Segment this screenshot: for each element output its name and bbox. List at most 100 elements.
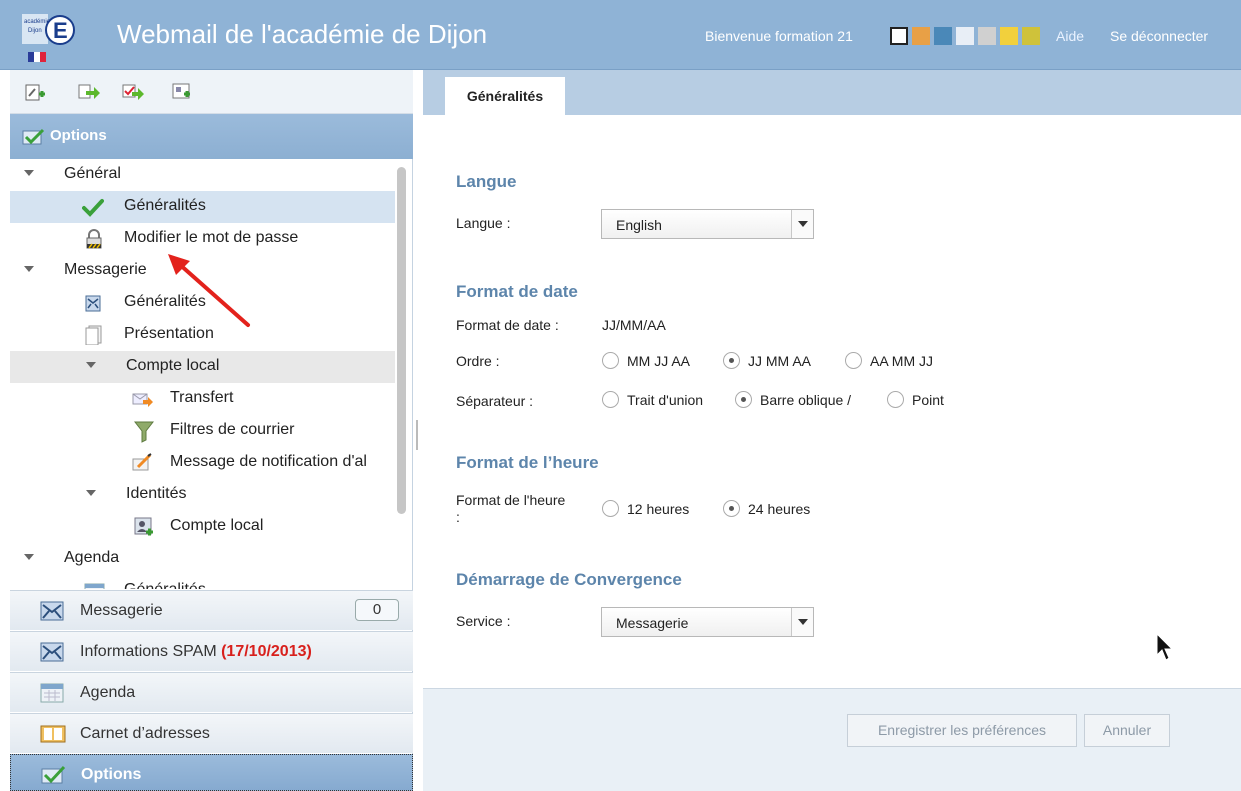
radio-circle[interactable]: [735, 391, 752, 408]
move-icon[interactable]: [78, 82, 100, 102]
mail-icon: [40, 641, 66, 663]
tree-label: Compte local: [126, 357, 220, 374]
tree-subgroup-compte-local[interactable]: Compte local: [10, 351, 395, 383]
document-icon: [84, 325, 104, 346]
tree-group-general[interactable]: Général: [10, 159, 395, 191]
tree-label: Message de notification d'al: [170, 453, 367, 470]
radio-circle[interactable]: [723, 352, 740, 369]
tree-label: Général: [64, 165, 121, 182]
theme-swatch[interactable]: [978, 27, 996, 45]
tree-item-identite-compte-local[interactable]: Compte local: [10, 511, 395, 543]
accordion-carnet[interactable]: Carnet d’adresses: [10, 713, 413, 753]
theme-swatch[interactable]: [934, 27, 952, 45]
accordion-spam[interactable]: Informations SPAM (17/10/2013): [10, 631, 413, 671]
options-section-title: Options: [50, 127, 107, 144]
tree-item-transfert[interactable]: Transfert: [10, 383, 395, 415]
service-label: Service :: [456, 613, 511, 629]
mouse-cursor-icon: [1155, 632, 1175, 663]
tree-scrollbar[interactable]: [397, 167, 406, 514]
tab-generalites[interactable]: Généralités: [445, 77, 565, 115]
select-value: English: [616, 217, 662, 233]
theme-swatch[interactable]: [1000, 27, 1018, 45]
panel-splitter[interactable]: [416, 420, 418, 450]
chevron-down-icon[interactable]: [791, 210, 813, 238]
radio-label: 24 heures: [748, 501, 811, 517]
tree-label: Messagerie: [64, 261, 147, 278]
theme-swatches: [890, 27, 1040, 45]
save-preferences-button[interactable]: Enregistrer les préférences: [847, 714, 1077, 747]
radio-label: Point: [912, 392, 944, 408]
accordion-agenda[interactable]: Agenda: [10, 672, 413, 712]
format-date-value: JJ/MM/AA: [602, 317, 666, 333]
filter-icon: [133, 421, 155, 443]
theme-swatch[interactable]: [1022, 27, 1040, 45]
spam-label: Informations SPAM: [80, 643, 217, 660]
left-panel: Options Général Généralités Modifier le …: [10, 70, 413, 791]
svg-text:E: E: [53, 18, 68, 43]
select-value: Messagerie: [616, 615, 689, 631]
tree-label: Compte local: [170, 517, 264, 534]
lock-icon: [84, 229, 104, 249]
expand-triangle-icon[interactable]: [86, 490, 96, 496]
academie-logo: académie Dijon E: [22, 8, 86, 66]
new-item-icon[interactable]: [24, 82, 46, 102]
ordre-label: Ordre :: [456, 353, 500, 369]
help-link[interactable]: Aide: [1056, 28, 1084, 44]
radio-circle[interactable]: [602, 500, 619, 517]
accordion-label: Messagerie: [80, 602, 163, 619]
app-title: Webmail de l'académie de Dijon: [117, 19, 488, 49]
radio-circle[interactable]: [845, 352, 862, 369]
tree-label: Agenda: [64, 549, 120, 566]
calendar-icon: [40, 682, 66, 704]
format-heure-label-colon: :: [456, 509, 460, 525]
options-section-header[interactable]: Options: [10, 114, 413, 159]
radio-circle[interactable]: [602, 391, 619, 408]
expand-triangle-icon[interactable]: [24, 554, 34, 560]
radio-circle[interactable]: [723, 500, 740, 517]
tree-item-notification[interactable]: Message de notification d'al: [10, 447, 395, 479]
theme-swatch[interactable]: [912, 27, 930, 45]
section-format-date: Format de date: [456, 282, 578, 301]
left-toolbar: [10, 70, 413, 114]
tree-label: Généralités: [124, 197, 206, 214]
tree-subgroup-identites[interactable]: Identités: [10, 479, 395, 511]
logout-link[interactable]: Se déconnecter: [1110, 28, 1208, 44]
accordion-options[interactable]: Options: [10, 754, 413, 791]
move-check-icon[interactable]: [122, 82, 144, 102]
chevron-down-icon[interactable]: [791, 608, 813, 636]
tree-label: Généralités: [124, 581, 206, 589]
tree-group-agenda[interactable]: Agenda: [10, 543, 395, 575]
expand-triangle-icon[interactable]: [86, 362, 96, 368]
identity-icon: [134, 517, 154, 537]
theme-swatch[interactable]: [956, 27, 974, 45]
service-select[interactable]: Messagerie: [601, 607, 814, 637]
options-check-icon: [41, 764, 67, 786]
tree-label: Identités: [126, 485, 187, 502]
forward-icon: [132, 389, 153, 409]
theme-swatch[interactable]: [890, 27, 908, 45]
accordion-messagerie[interactable]: Messagerie 0: [10, 590, 413, 630]
notification-icon: [132, 453, 152, 473]
options-check-icon: [22, 128, 46, 151]
welcome-text: Bienvenue formation 21: [705, 28, 853, 44]
import-icon[interactable]: [172, 82, 194, 102]
section-format-heure: Format de l’heure: [456, 453, 599, 472]
tree-item-agenda-generalites[interactable]: Généralités: [10, 575, 395, 589]
tree-item-generalites[interactable]: Généralités: [10, 191, 395, 223]
radio-circle[interactable]: [887, 391, 904, 408]
expand-triangle-icon[interactable]: [24, 170, 34, 176]
separateur-label: Séparateur :: [456, 393, 534, 409]
mail-icon: [40, 600, 66, 622]
format-date-label: Format de date :: [456, 317, 559, 333]
svg-text:Dijon: Dijon: [28, 28, 42, 34]
langue-select[interactable]: English: [601, 209, 814, 239]
check-icon: [82, 197, 104, 217]
expand-triangle-icon[interactable]: [24, 266, 34, 272]
red-annotation-arrow: [160, 245, 260, 335]
tree-item-filtres[interactable]: Filtres de courrier: [10, 415, 395, 447]
spam-date: (17/10/2013): [221, 643, 312, 660]
radio-label: MM JJ AA: [627, 353, 691, 369]
langue-label: Langue :: [456, 215, 511, 231]
cancel-button[interactable]: Annuler: [1084, 714, 1170, 747]
radio-circle[interactable]: [602, 352, 619, 369]
